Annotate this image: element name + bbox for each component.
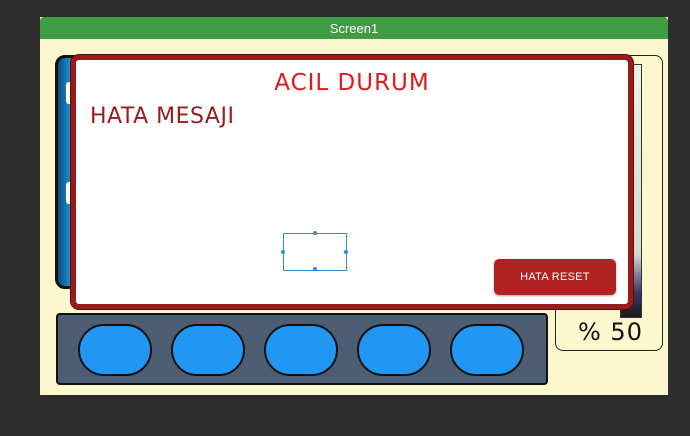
round-button-4[interactable]	[357, 324, 431, 376]
resize-handle-top[interactable]	[313, 231, 317, 235]
error-reset-button[interactable]: HATA RESET	[494, 259, 616, 295]
resize-handle-left[interactable]	[281, 250, 285, 254]
screen-title: Screen1	[329, 20, 379, 36]
error-message: HATA MESAJI	[90, 104, 235, 129]
round-button-3[interactable]	[264, 324, 338, 376]
emergency-dialog: ACIL DURUM HATA MESAJI HATA RESET	[71, 55, 633, 309]
gauge-percent-label: % 50	[578, 318, 643, 346]
round-button-2[interactable]	[171, 324, 245, 376]
bottom-button-bar	[56, 313, 548, 385]
resize-handle-bottom[interactable]	[313, 267, 317, 271]
selected-component-box[interactable]	[281, 231, 348, 271]
screen-title-bar: Screen1	[40, 17, 668, 39]
dialog-title: ACIL DURUM	[274, 70, 430, 96]
resize-handle-right[interactable]	[344, 250, 348, 254]
round-button-1[interactable]	[78, 324, 152, 376]
round-button-5[interactable]	[450, 324, 524, 376]
